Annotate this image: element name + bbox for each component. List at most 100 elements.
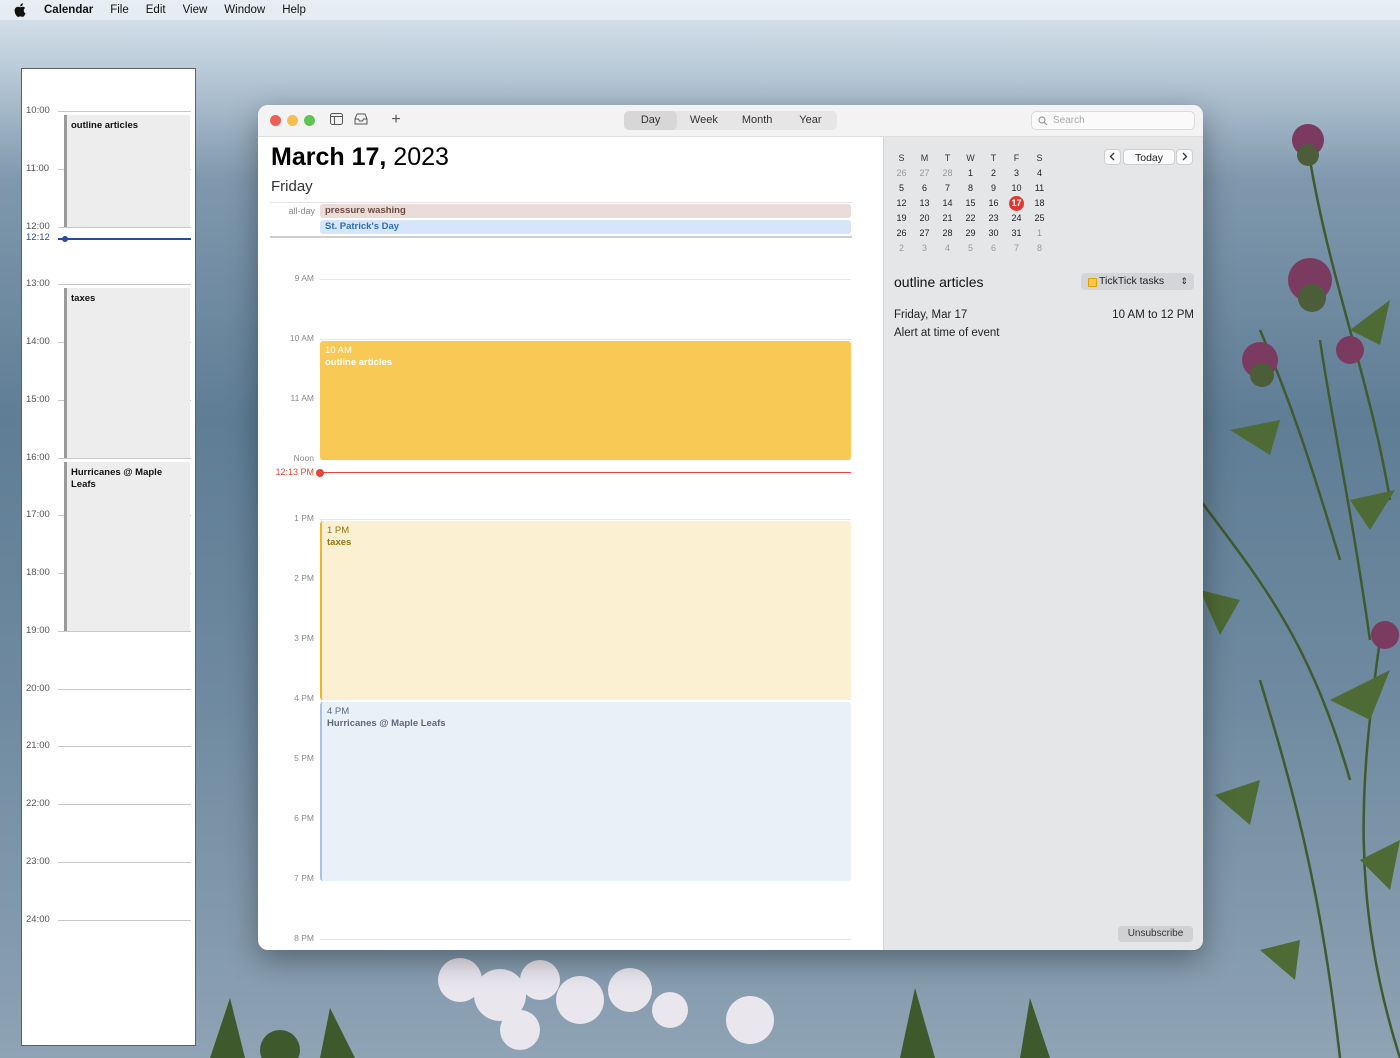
mini-day[interactable]: 2 [982, 166, 1005, 181]
today-marker: 17 [1009, 196, 1024, 211]
hour-gridline [320, 939, 851, 940]
mini-day[interactable]: 6 [982, 241, 1005, 256]
time-label: 4 PM [294, 693, 314, 703]
mini-day[interactable]: 4 [1028, 166, 1051, 181]
strip-event[interactable]: Hurricanes @ Maple Leafs [64, 461, 190, 631]
zoom-button[interactable] [304, 115, 315, 126]
strip-event[interactable]: outline articles [64, 115, 190, 227]
next-month-button[interactable] [1176, 149, 1193, 165]
strip-event[interactable]: taxes [64, 288, 190, 458]
mini-day[interactable]: 26 [890, 166, 913, 181]
menu-file[interactable]: File [110, 4, 129, 16]
strip-hour-line [58, 861, 191, 863]
mini-day[interactable]: 29 [959, 226, 982, 241]
unsubscribe-button[interactable]: Unsubscribe [1118, 926, 1193, 942]
strip-hour-label: 22:00 [26, 798, 50, 809]
mini-day[interactable]: 30 [982, 226, 1005, 241]
event-time: 10 AM [325, 345, 352, 356]
current-time-dot [316, 469, 324, 477]
menu-app-name[interactable]: Calendar [44, 4, 93, 16]
menu-view[interactable]: View [183, 4, 208, 16]
inbox-icon[interactable] [354, 113, 368, 127]
mini-day[interactable]: 7 [936, 181, 959, 196]
mini-day[interactable]: 15 [959, 196, 982, 211]
mini-day[interactable]: 5 [959, 241, 982, 256]
calendar-color-swatch [1088, 278, 1097, 287]
strip-hour-line [58, 746, 191, 748]
strip-hour-label: 21:00 [26, 740, 50, 752]
tab-week[interactable]: Week [677, 111, 730, 130]
minimize-button[interactable] [287, 115, 298, 126]
mini-day[interactable]: 8 [959, 181, 982, 196]
mini-day[interactable]: 11 [1028, 181, 1051, 196]
strip-hour-line [58, 804, 191, 805]
mini-day[interactable]: 27 [913, 226, 936, 241]
mini-day[interactable]: 25 [1028, 211, 1051, 226]
search-icon [1038, 115, 1048, 132]
mini-day[interactable]: 19 [890, 211, 913, 226]
mini-day[interactable]: 18 [1028, 196, 1051, 211]
mini-day[interactable]: 28 [936, 166, 959, 181]
mini-day[interactable]: 1 [959, 166, 982, 181]
selected-event-range[interactable]: 10 AM to 12 PM [1112, 309, 1194, 321]
mini-day[interactable]: 14 [936, 196, 959, 211]
mini-day[interactable]: 31 [1005, 226, 1028, 241]
mini-day[interactable]: 22 [959, 211, 982, 226]
tab-month[interactable]: Month [731, 111, 784, 130]
allday-divider-top [270, 202, 852, 203]
calendar-selector[interactable]: TickTick tasks ⇕ [1081, 273, 1194, 290]
mini-day[interactable]: 20 [913, 211, 936, 226]
mini-day[interactable]: 3 [913, 241, 936, 256]
add-event-icon[interactable]: + [389, 112, 403, 128]
mini-day[interactable]: 4 [936, 241, 959, 256]
strip-hour-label: 14:00 [26, 336, 50, 347]
mini-day[interactable]: 8 [1028, 241, 1051, 256]
mini-day[interactable]: 12 [890, 196, 913, 211]
mini-day[interactable]: 27 [913, 166, 936, 181]
mini-day[interactable]: 3 [1005, 166, 1028, 181]
mini-day[interactable]: 13 [913, 196, 936, 211]
mini-day[interactable]: 26 [890, 226, 913, 241]
time-label: 3 PM [294, 633, 314, 643]
strip-hour-label: 20:00 [26, 682, 50, 694]
strip-hour-label: 18:00 [26, 567, 50, 578]
prev-month-button[interactable] [1104, 149, 1121, 165]
mini-day[interactable]: 24 [1005, 211, 1028, 226]
search-input[interactable]: Search [1031, 111, 1195, 130]
event-hurricanes-maple-leafs[interactable]: 4 PM Hurricanes @ Maple Leafs [320, 702, 851, 881]
mini-day[interactable]: 17 [1005, 196, 1028, 211]
mini-day[interactable]: 7 [1005, 241, 1028, 256]
updown-chevron-icon: ⇕ [1180, 276, 1188, 286]
strip-hour-label: 15:00 [26, 393, 50, 405]
menu-window[interactable]: Window [224, 4, 265, 16]
selected-event-date[interactable]: Friday, Mar 17 [894, 309, 967, 321]
event-title: Hurricanes @ Maple Leafs [327, 718, 446, 729]
selected-event-alert[interactable]: Alert at time of event [894, 327, 999, 339]
selected-event-title[interactable]: outline articles [894, 274, 984, 290]
mini-day[interactable]: 5 [890, 181, 913, 196]
mini-day[interactable]: 28 [936, 226, 959, 241]
mini-day[interactable]: 16 [982, 196, 1005, 211]
mini-day[interactable]: 10 [1005, 181, 1028, 196]
apple-menu-icon[interactable] [14, 3, 28, 17]
time-label: 8 PM [294, 933, 314, 943]
menu-edit[interactable]: Edit [146, 4, 166, 16]
mini-day[interactable]: 23 [982, 211, 1005, 226]
mini-day[interactable]: 2 [890, 241, 913, 256]
menu-help[interactable]: Help [282, 4, 306, 16]
event-taxes[interactable]: 1 PM taxes [320, 521, 851, 700]
mini-day[interactable]: 21 [936, 211, 959, 226]
mini-day[interactable]: 1 [1028, 226, 1051, 241]
time-label: 1 PM [294, 513, 314, 523]
tab-day[interactable]: Day [624, 111, 678, 130]
mini-day[interactable]: 6 [913, 181, 936, 196]
event-outline-articles[interactable]: 10 AM outline articles [320, 341, 851, 460]
allday-event-pressure-washing[interactable]: pressure washing [320, 204, 851, 218]
today-button[interactable]: Today [1123, 149, 1175, 165]
calendar-list-icon[interactable] [329, 113, 343, 127]
close-button[interactable] [270, 115, 281, 126]
allday-event-st-patricks-day[interactable]: St. Patrick's Day [320, 220, 851, 234]
tab-year[interactable]: Year [784, 111, 837, 130]
mini-day[interactable]: 9 [982, 181, 1005, 196]
menu-bar: Calendar File Edit View Window Help [0, 0, 1400, 20]
